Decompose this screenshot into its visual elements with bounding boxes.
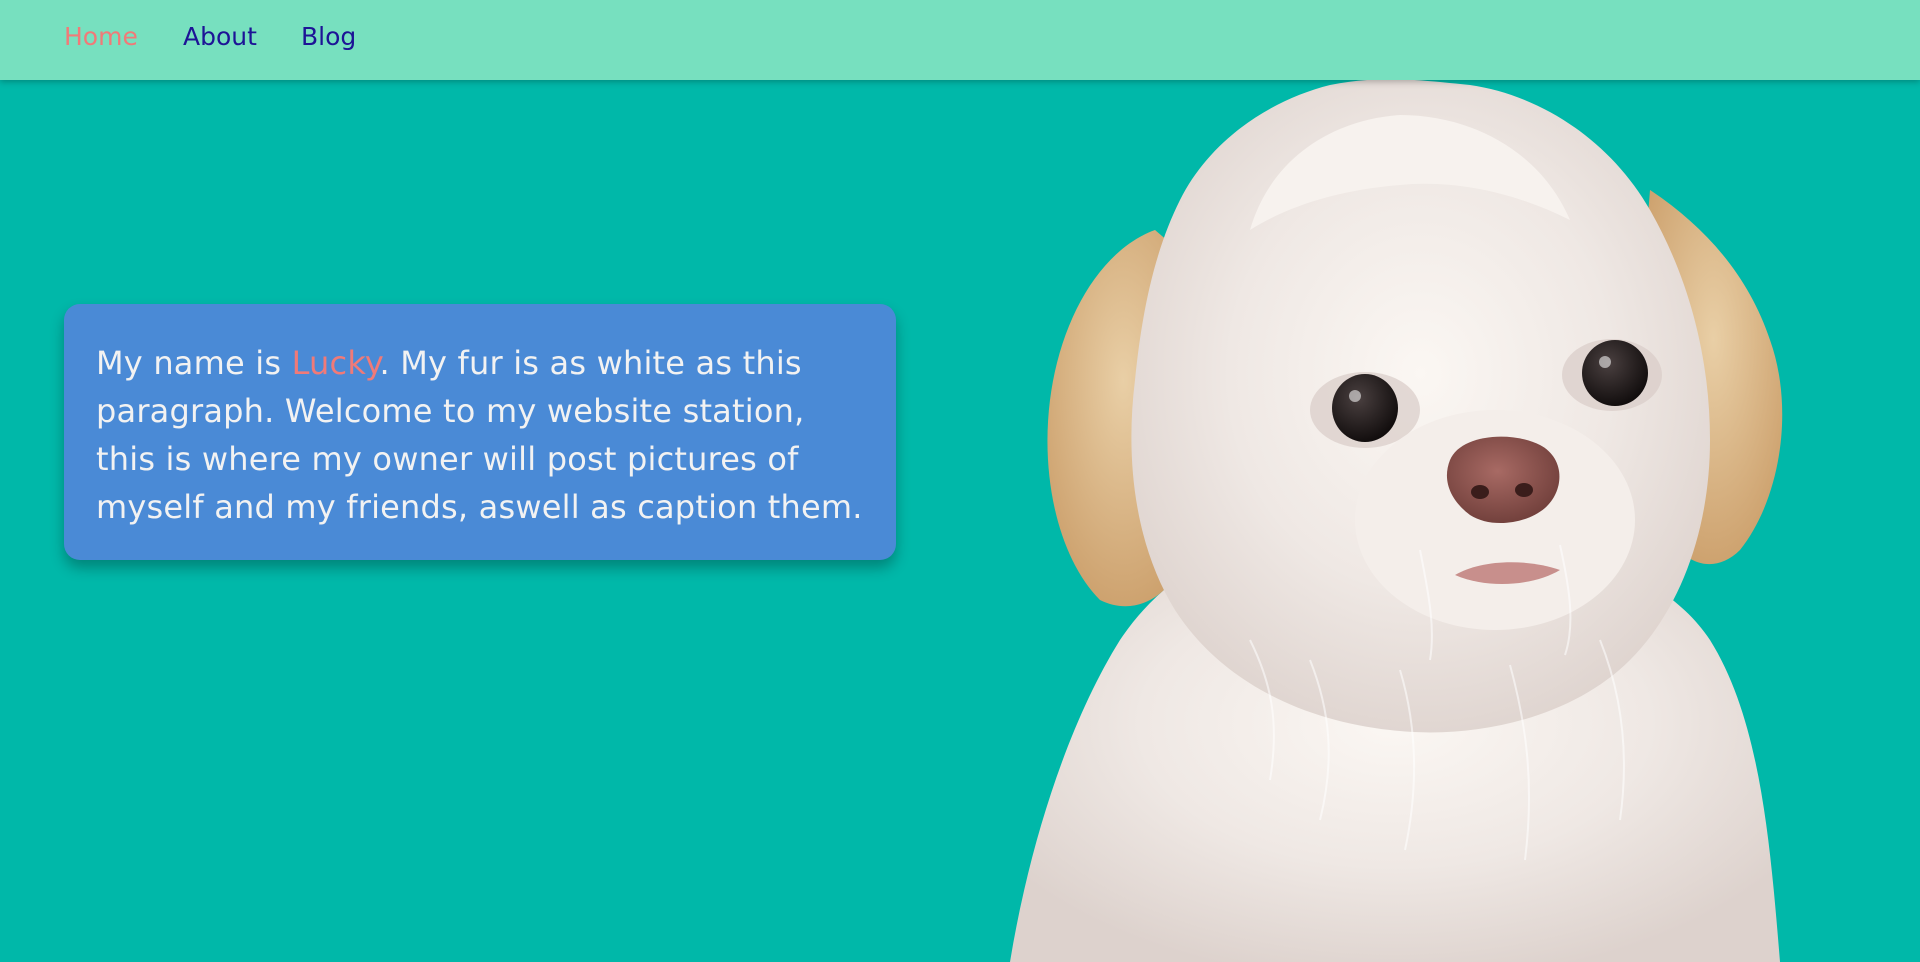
dog-illustration xyxy=(1010,80,1783,962)
nav-link-home[interactable]: Home xyxy=(64,22,138,52)
dog-nostril-right xyxy=(1515,483,1533,497)
intro-paragraph: My name is Lucky. My fur is as white as … xyxy=(96,339,864,531)
main-content: My name is Lucky. My fur is as white as … xyxy=(0,80,1920,962)
dog-right-eye xyxy=(1582,340,1648,406)
dog-right-eye-glint xyxy=(1599,356,1611,368)
dog-left-eye xyxy=(1332,374,1398,442)
top-navbar: Home About Blog xyxy=(0,0,1920,80)
nav-link-blog[interactable]: Blog xyxy=(301,22,356,52)
nav-link-about[interactable]: About xyxy=(183,22,257,52)
intro-prefix: My name is xyxy=(96,344,292,382)
intro-card: My name is Lucky. My fur is as white as … xyxy=(64,304,896,560)
dog-nostril-left xyxy=(1471,485,1489,499)
dog-name: Lucky xyxy=(291,344,380,382)
dog-photo xyxy=(950,80,1920,962)
dog-left-eye-glint xyxy=(1349,390,1361,402)
